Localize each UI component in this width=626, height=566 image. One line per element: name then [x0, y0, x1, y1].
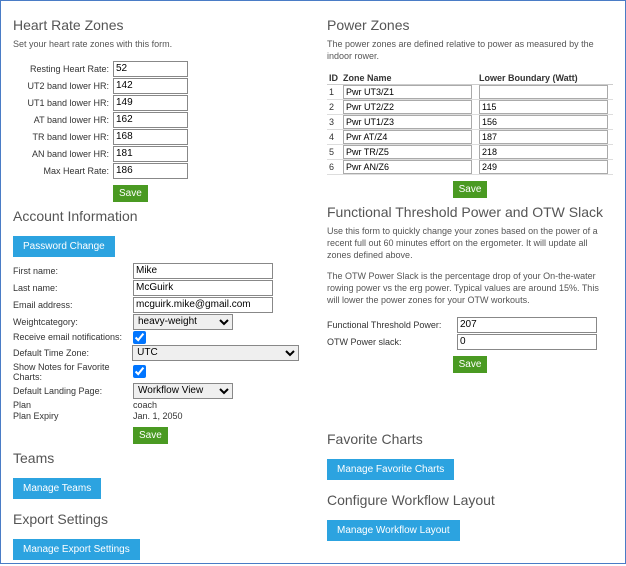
- acc-plan-exp-label: Plan Expiry: [13, 411, 133, 421]
- hr-label-4: TR band lower HR:: [13, 132, 113, 142]
- acc-plan-val: coach: [133, 400, 157, 410]
- acc-recv-email-label: Receive email notifications:: [13, 332, 133, 342]
- pz-name-1[interactable]: [343, 100, 472, 114]
- acc-plan-exp-val: Jan. 1, 2050: [133, 411, 183, 421]
- acc-plan-label: Plan: [13, 400, 133, 410]
- pz-row: 6: [327, 160, 613, 175]
- hr-label-6: Max Heart Rate:: [13, 166, 113, 176]
- acc-last-name-label: Last name:: [13, 283, 133, 293]
- pz-name-5[interactable]: [343, 160, 472, 174]
- manage-teams-button[interactable]: Manage Teams: [13, 478, 101, 499]
- hr-label-1: UT2 band lower HR:: [13, 81, 113, 91]
- acc-landing-label: Default Landing Page:: [13, 386, 133, 396]
- ftp-desc1: Use this form to quickly change your zon…: [327, 226, 613, 261]
- hr-input-tr[interactable]: [113, 129, 188, 145]
- fav-title: Favorite Charts: [327, 431, 613, 447]
- pz-lb-1[interactable]: [479, 100, 608, 114]
- pz-desc: The power zones are defined relative to …: [327, 39, 613, 62]
- pz-head-lb: Lower Boundary (Watt): [477, 72, 613, 85]
- password-change-button[interactable]: Password Change: [13, 236, 115, 257]
- hr-save-button[interactable]: Save: [113, 185, 148, 202]
- hr-label-0: Resting Heart Rate:: [13, 64, 113, 74]
- export-title: Export Settings: [13, 511, 299, 527]
- acc-notes-fav-label: Show Notes for Favorite Charts:: [13, 362, 133, 382]
- account-save-button[interactable]: Save: [133, 427, 168, 444]
- pz-table: ID Zone Name Lower Boundary (Watt) 1 2 3…: [327, 72, 613, 175]
- ftp-input[interactable]: [457, 317, 597, 333]
- acc-first-name-label: First name:: [13, 266, 133, 276]
- ftp-save-button[interactable]: Save: [453, 356, 488, 373]
- account-title: Account Information: [13, 208, 299, 224]
- pz-name-2[interactable]: [343, 115, 472, 129]
- manage-workflow-button[interactable]: Manage Workflow Layout: [327, 520, 460, 541]
- workflow-title: Configure Workflow Layout: [327, 492, 613, 508]
- acc-weightcat-label: Weightcategory:: [13, 317, 133, 327]
- pz-head-id: ID: [327, 72, 341, 85]
- pz-title: Power Zones: [327, 17, 613, 33]
- slack-label: OTW Power slack:: [327, 337, 457, 347]
- account-form: First name: Last name: Email address: We…: [13, 263, 299, 421]
- pz-name-3[interactable]: [343, 130, 472, 144]
- recv-email-checkbox[interactable]: [133, 331, 146, 344]
- hr-desc: Set your heart rate zones with this form…: [13, 39, 299, 51]
- hr-input-ut1[interactable]: [113, 95, 188, 111]
- pz-name-0[interactable]: [343, 85, 472, 99]
- weightcat-select[interactable]: heavy-weight: [133, 314, 233, 330]
- pz-row: 3: [327, 115, 613, 130]
- pz-lb-2[interactable]: [479, 115, 608, 129]
- acc-email-label: Email address:: [13, 300, 133, 310]
- pz-row: 4: [327, 130, 613, 145]
- pz-lb-3[interactable]: [479, 130, 608, 144]
- pz-lb-5[interactable]: [479, 160, 608, 174]
- ftp-desc2: The OTW Power Slack is the percentage dr…: [327, 271, 613, 306]
- hr-input-at[interactable]: [113, 112, 188, 128]
- hr-label-3: AT band lower HR:: [13, 115, 113, 125]
- pz-save-button[interactable]: Save: [453, 181, 488, 198]
- pz-name-4[interactable]: [343, 145, 472, 159]
- slack-input[interactable]: [457, 334, 597, 350]
- last-name-input[interactable]: [133, 280, 273, 296]
- manage-export-button[interactable]: Manage Export Settings: [13, 539, 140, 560]
- manage-fav-button[interactable]: Manage Favorite Charts: [327, 459, 454, 480]
- notes-fav-checkbox[interactable]: [133, 365, 146, 378]
- pz-lb-4[interactable]: [479, 145, 608, 159]
- hr-input-max[interactable]: [113, 163, 188, 179]
- landing-select[interactable]: Workflow View: [133, 383, 233, 399]
- hr-form: Resting Heart Rate: UT2 band lower HR: U…: [13, 61, 299, 179]
- pz-row: 5: [327, 145, 613, 160]
- hr-input-resting[interactable]: [113, 61, 188, 77]
- teams-title: Teams: [13, 450, 299, 466]
- pz-lb-0[interactable]: [479, 85, 608, 99]
- hr-label-2: UT1 band lower HR:: [13, 98, 113, 108]
- first-name-input[interactable]: [133, 263, 273, 279]
- ftp-title: Functional Threshold Power and OTW Slack: [327, 204, 613, 220]
- acc-tz-label: Default Time Zone:: [13, 348, 132, 358]
- ftp-label: Functional Threshold Power:: [327, 320, 457, 330]
- hr-input-an[interactable]: [113, 146, 188, 162]
- pz-row: 1: [327, 85, 613, 100]
- hr-title: Heart Rate Zones: [13, 17, 299, 33]
- pz-head-name: Zone Name: [341, 72, 477, 85]
- hr-label-5: AN band lower HR:: [13, 149, 113, 159]
- pz-row: 2: [327, 100, 613, 115]
- tz-select[interactable]: UTC: [132, 345, 299, 361]
- hr-input-ut2[interactable]: [113, 78, 188, 94]
- email-input[interactable]: [133, 297, 273, 313]
